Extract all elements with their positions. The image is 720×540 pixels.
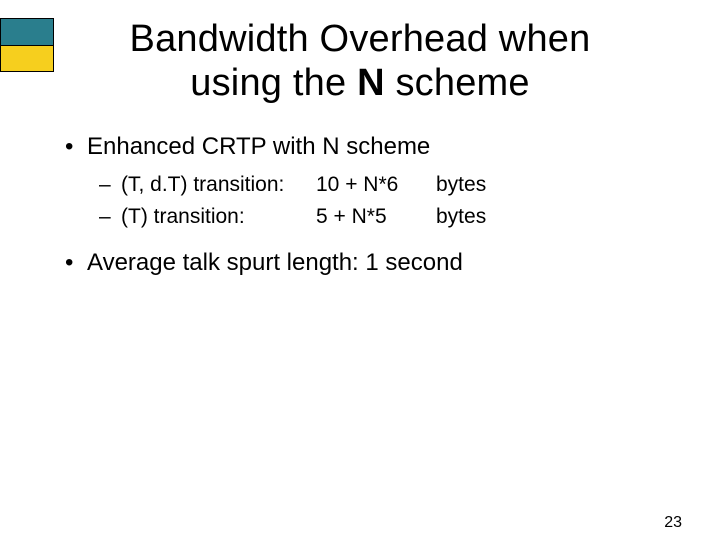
title-line-1: Bandwidth Overhead when [0, 18, 720, 62]
sub-item-2: – (T) transition: 5 + N*5 bytes [99, 205, 670, 229]
bullet-2: Average talk spurt length: 1 second [65, 249, 670, 277]
corner-logo [0, 18, 54, 72]
bullet-dot-icon [65, 133, 87, 160]
slide-body: Enhanced CRTP with N scheme – (T, d.T) t… [0, 133, 720, 277]
sub-item-2-label: (T) transition: [121, 205, 316, 229]
title-line-2-bold: N [357, 62, 385, 104]
bullet-1: Enhanced CRTP with N scheme [65, 133, 670, 161]
dash-icon: – [99, 205, 121, 229]
bullet-2-text: Average talk spurt length: 1 second [87, 249, 463, 276]
sub-item-1-unit: bytes [436, 173, 486, 197]
sub-item-2-value: 5 + N*5 [316, 205, 436, 229]
sub-item-1-label: (T, d.T) transition: [121, 173, 316, 197]
slide-title: Bandwidth Overhead when using the N sche… [0, 18, 720, 105]
title-line-2-suffix: scheme [385, 62, 530, 104]
sub-item-2-unit: bytes [436, 205, 486, 229]
sub-item-1-value: 10 + N*6 [316, 173, 436, 197]
page-number: 23 [664, 514, 682, 532]
sub-item-1: – (T, d.T) transition: 10 + N*6 bytes [99, 173, 670, 197]
bullet-1-text: Enhanced CRTP with N scheme [87, 133, 430, 160]
dash-icon: – [99, 173, 121, 197]
title-line-2-prefix: using the [190, 62, 357, 104]
title-line-2: using the N scheme [0, 62, 720, 106]
sub-list: – (T, d.T) transition: 10 + N*6 bytes – … [99, 173, 670, 229]
corner-divider [0, 45, 54, 46]
bullet-dot-icon [65, 249, 87, 276]
